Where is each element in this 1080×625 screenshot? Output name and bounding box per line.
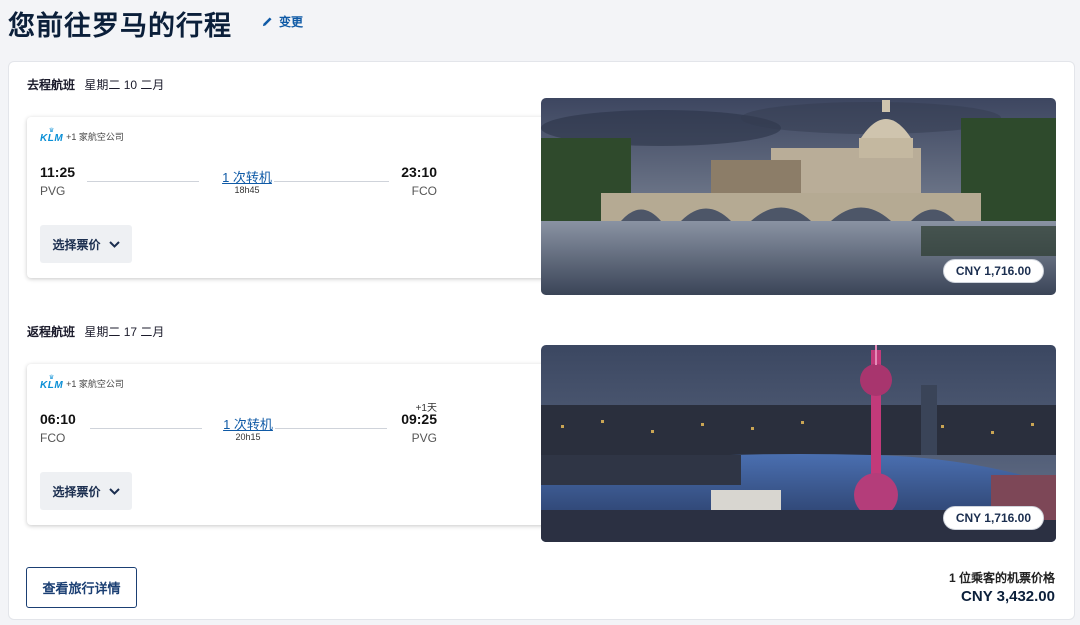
return-heading: 返程航班 — [27, 325, 76, 339]
return-fare-label: 选择票价 — [52, 484, 101, 499]
return-departure-airport: FCO — [40, 431, 66, 445]
chevron-down-icon — [108, 487, 120, 495]
rome-destination-photo: CNY 1,716.00 — [541, 98, 1056, 295]
edit-label: 变更 — [279, 15, 304, 29]
outbound-route-line-right — [274, 181, 389, 182]
total-price-label: 1 位乘客的机票价格 — [948, 571, 1055, 585]
return-flight-card[interactable]: ♛ KLM +1 家航空公司 06:10 FCO 1 次转机 20h15 +1天… — [27, 364, 567, 525]
outbound-flight-card[interactable]: ♛ KLM +1 家航空公司 11:25 PVG 1 次转机 18h45 23:… — [27, 117, 567, 278]
return-price-badge: CNY 1,716.00 — [942, 506, 1044, 530]
edit-trip-link[interactable]: 变更 — [262, 13, 303, 30]
chevron-down-icon — [108, 240, 120, 248]
outbound-heading: 去程航班 — [27, 78, 76, 92]
return-arrival-airport: PVG — [411, 431, 437, 445]
klm-logo: ♛ KLM — [40, 375, 64, 391]
outbound-fare-label: 选择票价 — [52, 237, 101, 252]
outbound-departure-airport: PVG — [40, 184, 66, 198]
outbound-stops-link[interactable]: 1 次转机 — [192, 167, 302, 186]
return-route-line-right — [275, 428, 387, 429]
klm-logo: ♛ KLM — [40, 128, 64, 144]
return-arrival-time: 09:25 — [401, 411, 437, 427]
outbound-arrival-airport: FCO — [411, 184, 437, 198]
page-title: 您前往罗马的行程 — [8, 11, 232, 41]
return-date: 星期二 17 二月 — [84, 325, 165, 339]
outbound-section-label: 去程航班 星期二 10 二月 — [27, 76, 164, 93]
outbound-airline: ♛ KLM +1 家航空公司 — [40, 128, 124, 144]
return-route-line-left — [90, 428, 202, 429]
outbound-date: 星期二 10 二月 — [84, 78, 165, 92]
return-select-fare-button[interactable]: 选择票价 — [40, 472, 132, 510]
pencil-icon — [262, 17, 272, 27]
outbound-duration: 18h45 — [234, 185, 260, 195]
return-airline: ♛ KLM +1 家航空公司 — [40, 375, 124, 391]
outbound-price-badge: CNY 1,716.00 — [942, 259, 1044, 283]
total-price: CNY 3,432.00 — [961, 588, 1055, 605]
return-duration: 20h15 — [235, 432, 261, 442]
outbound-select-fare-button[interactable]: 选择票价 — [40, 225, 132, 263]
outbound-route-line-left — [87, 181, 199, 182]
view-trip-details-button[interactable]: 查看旅行详情 — [26, 567, 137, 608]
return-section-label: 返程航班 星期二 17 二月 — [27, 323, 164, 340]
shanghai-origin-photo: CNY 1,716.00 — [541, 345, 1056, 542]
outbound-departure-time: 11:25 — [40, 164, 76, 180]
outbound-arrival-time: 23:10 — [401, 164, 437, 180]
return-stops-link[interactable]: 1 次转机 — [193, 414, 303, 433]
return-airline-extra: +1 家航空公司 — [66, 378, 124, 389]
return-departure-time: 06:10 — [40, 411, 76, 427]
outbound-airline-extra: +1 家航空公司 — [66, 131, 124, 142]
